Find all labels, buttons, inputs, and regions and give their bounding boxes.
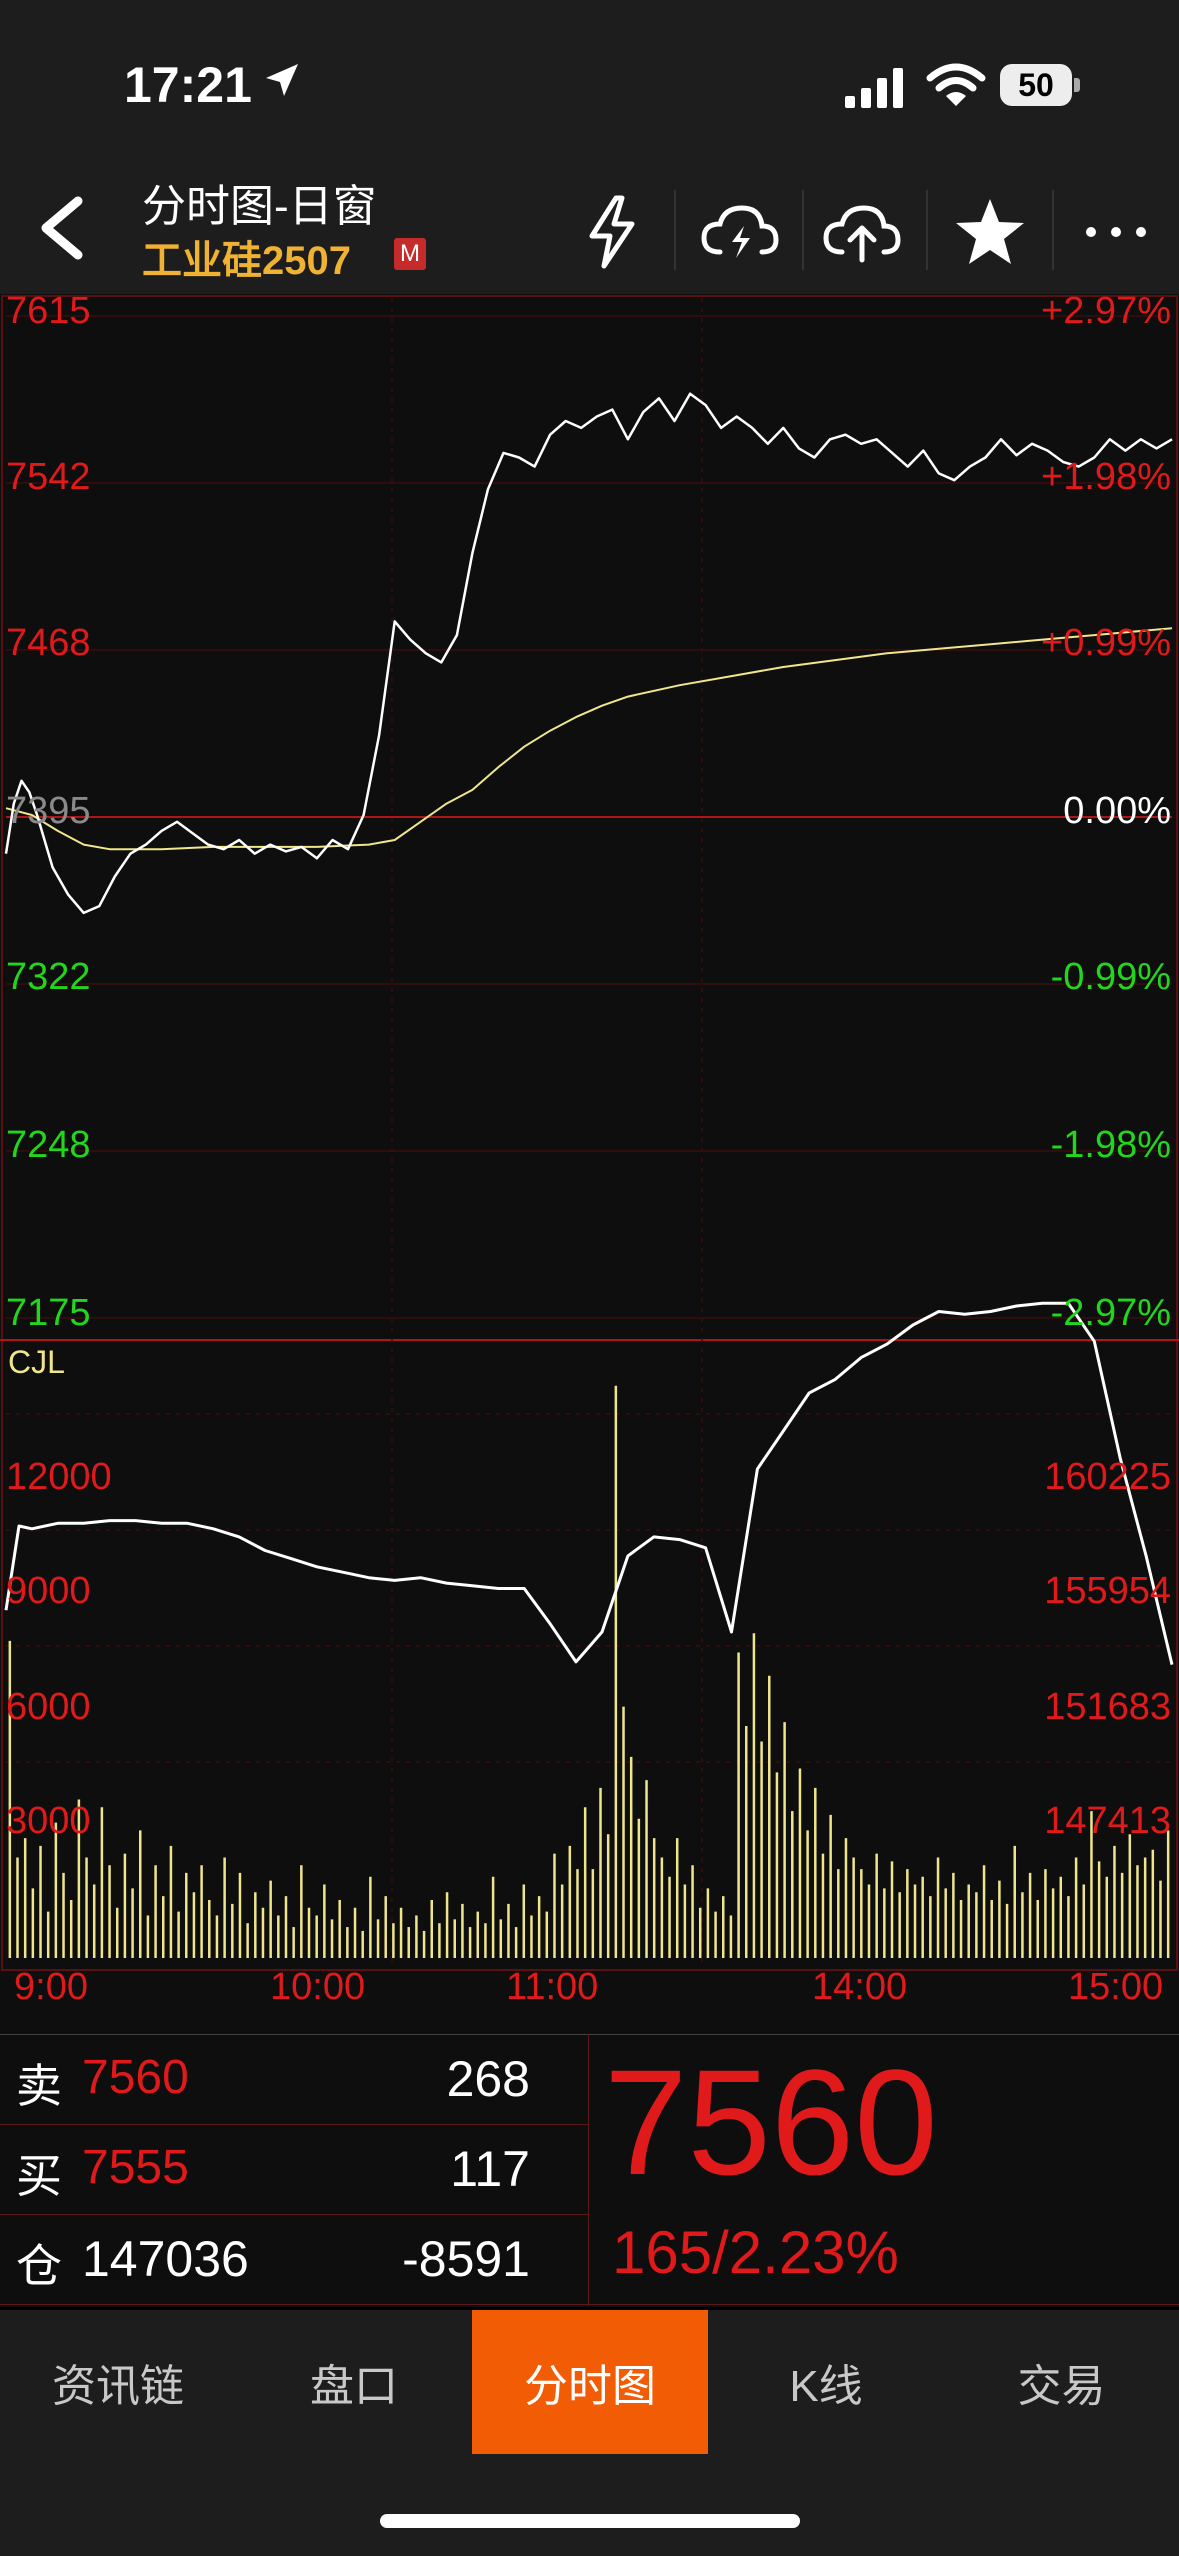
pct-tick-label: -0.99% (1050, 956, 1171, 998)
price-tick-label: 7615 (6, 290, 91, 332)
ask-price[interactable]: 7560 (82, 2050, 189, 2105)
open-interest-label: 仓 (16, 2240, 62, 2292)
oi-tick-label: 160225 (1044, 1456, 1171, 1498)
header-divider (1052, 190, 1054, 270)
time-tick-label: 9:00 (14, 1966, 88, 2008)
ask-label: 卖 (16, 2060, 62, 2112)
open-interest-change: -8591 (402, 2231, 530, 2287)
bid-price[interactable]: 7555 (82, 2140, 189, 2195)
pct-tick-label: +0.99% (1041, 622, 1171, 664)
cloud-upload-icon (823, 205, 901, 263)
price-tick-label: 7248 (6, 1124, 91, 1166)
battery-indicator: 50 (1000, 64, 1072, 106)
battery-tip (1074, 78, 1080, 92)
quote-row-divider (0, 2124, 588, 2125)
oi-tick-label: 147413 (1044, 1800, 1171, 1842)
time-tick-label: 14:00 (812, 1966, 908, 2008)
wifi-icon (926, 63, 986, 106)
volume-tick-label: 6000 (6, 1686, 91, 1728)
oi-tick-label: 151683 (1044, 1686, 1171, 1728)
bid-volume: 117 (450, 2141, 530, 2197)
pct-tick-label: +2.97% (1041, 290, 1171, 332)
contract-name[interactable]: 工业硅2507 (142, 228, 351, 286)
star-icon (956, 199, 1024, 264)
time-tick-label: 10:00 (270, 1966, 366, 2008)
cellular-signal-icon (845, 68, 903, 108)
pct-tick-label: -1.98% (1050, 1124, 1171, 1166)
quote-divider (588, 2034, 589, 2306)
tab-kline[interactable]: K线 (708, 2310, 944, 2454)
tab-order-book[interactable]: 盘口 (236, 2310, 472, 2454)
intraday-chart[interactable] (0, 294, 1179, 2034)
main-contract-badge: M (394, 238, 426, 270)
price-tick-label: 7395 (6, 790, 91, 832)
open-interest-value: 147036 (82, 2231, 249, 2287)
quote-row-divider (0, 2304, 1179, 2305)
last-price: 7560 (604, 2038, 938, 2206)
oi-tick-label: 155954 (1044, 1570, 1171, 1612)
open-interest-line (4, 1301, 1174, 1665)
pct-tick-label: -2.97% (1050, 1292, 1171, 1334)
volume-tick-label: 3000 (6, 1800, 91, 1842)
home-area (0, 2454, 1179, 2556)
header-divider (674, 190, 676, 270)
time-tick-label: 15:00 (1068, 1966, 1164, 2008)
tab-intraday-chart[interactable]: 分时图 (472, 2310, 708, 2454)
volume-tick-label: 12000 (6, 1456, 112, 1498)
price-tick-label: 7322 (6, 956, 91, 998)
page-title: 分时图-日窗 (142, 182, 377, 231)
chart-border (1, 295, 1178, 1971)
price-line (4, 392, 1173, 915)
lightning-icon (589, 195, 635, 269)
flash-button[interactable] (562, 182, 662, 282)
more-button[interactable] (1066, 182, 1166, 282)
tab-trade[interactable]: 交易 (944, 2310, 1179, 2454)
cloud-upload-button[interactable] (812, 182, 912, 282)
tab-news-chain[interactable]: 资讯链 (0, 2310, 236, 2454)
pct-tick-label: +1.98% (1041, 456, 1171, 498)
status-time: 17:21 (124, 57, 252, 113)
time-tick-label: 11:00 (506, 1966, 599, 2008)
header-divider (802, 190, 804, 270)
volume-indicator-label: CJL (8, 1344, 65, 1380)
pct-tick-label: 0.00% (1063, 790, 1171, 832)
location-arrow-icon (266, 64, 298, 96)
home-indicator[interactable] (380, 2514, 800, 2528)
more-dots-icon (1086, 227, 1146, 237)
ask-volume: 268 (446, 2051, 530, 2107)
bid-label: 买 (16, 2150, 62, 2202)
price-tick-label: 7175 (6, 1292, 91, 1334)
quote-row-divider (0, 2214, 588, 2215)
back-icon[interactable] (30, 195, 96, 261)
volume-tick-label: 9000 (6, 1570, 91, 1612)
favorite-button[interactable] (940, 182, 1040, 282)
price-tick-label: 7542 (6, 456, 91, 498)
cloud-lightning-icon (701, 205, 779, 258)
price-tick-label: 7468 (6, 622, 91, 664)
price-change: 165/2.23% (612, 2219, 899, 2286)
cloud-sync-button[interactable] (690, 182, 790, 282)
header-divider (926, 190, 928, 270)
